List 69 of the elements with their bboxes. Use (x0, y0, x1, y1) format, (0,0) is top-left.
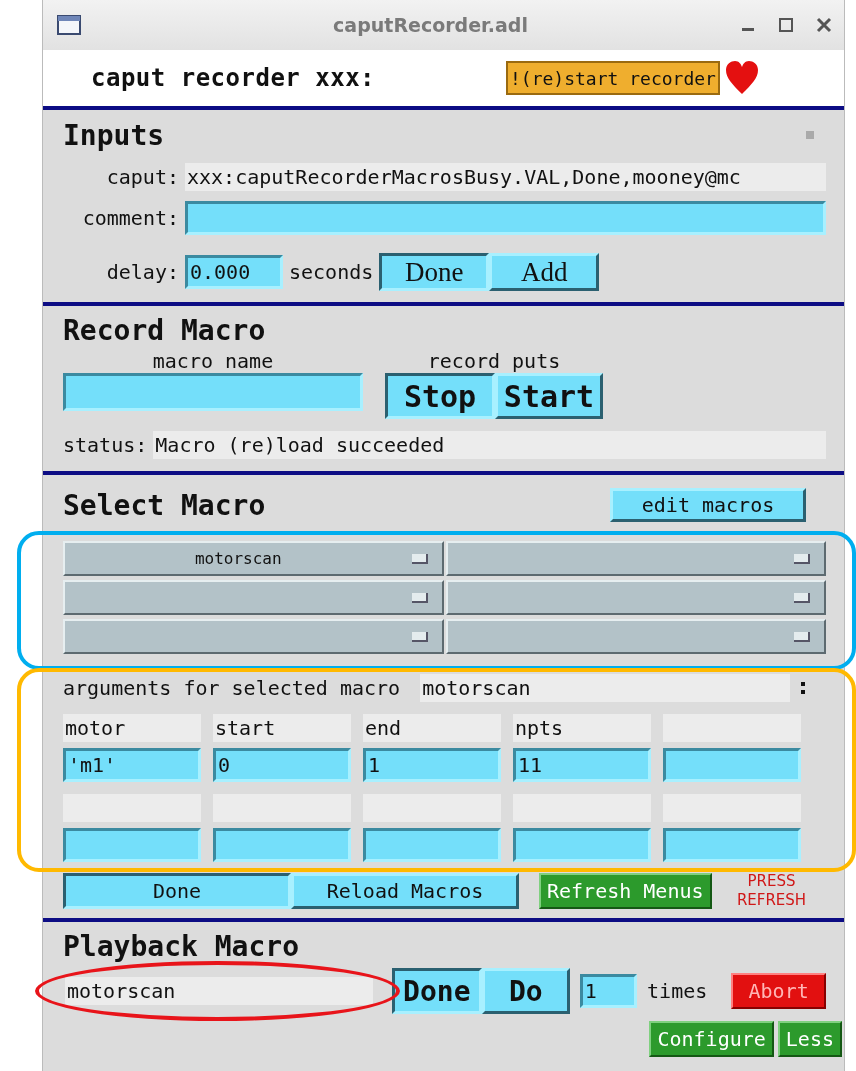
times-field[interactable]: 1 (579, 974, 638, 1008)
less-button[interactable]: Less (777, 1021, 842, 1057)
macro-readout: motorscan (65, 977, 373, 1005)
warning-text: PRESS REFRESH (735, 872, 808, 910)
menu-indicator-icon (411, 631, 428, 642)
choice-button[interactable]: Done (63, 873, 291, 909)
menu-button[interactable] (445, 580, 826, 615)
delay-field[interactable]: 0.000 (185, 255, 283, 289)
unit-label: seconds (289, 260, 374, 284)
argument-field[interactable] (663, 748, 801, 782)
choice-button[interactable]: Done (391, 968, 482, 1014)
square-icon (806, 131, 814, 139)
close-icon[interactable] (816, 17, 832, 33)
window-title: caputRecorder.adl (332, 14, 529, 36)
argument-field[interactable]: 'm1' (63, 748, 201, 782)
choice-button[interactable]: Stop (385, 373, 495, 419)
field-label: arguments for selected macro (63, 676, 401, 700)
argument-name: motor (63, 714, 201, 742)
argument-field[interactable] (513, 828, 651, 862)
refresh-menus-button[interactable]: Refresh Menus (539, 873, 712, 909)
choice-button[interactable]: Add (489, 253, 600, 291)
argument-field[interactable] (63, 828, 201, 862)
maximize-icon[interactable] (778, 17, 794, 33)
window-icon (57, 15, 81, 35)
menu-indicator-icon (794, 592, 810, 603)
argument-name: end (363, 714, 501, 742)
edit-macros-button[interactable]: edit macros (610, 488, 806, 522)
menu-button[interactable] (63, 619, 444, 654)
section-heading: Playback Macro (63, 930, 300, 963)
argument-field[interactable]: 0 (213, 748, 351, 782)
choice-button[interactable]: Do (481, 968, 570, 1014)
choice-button[interactable]: Reload Macros (291, 873, 519, 909)
panel-title: caput recorder xxx: (91, 64, 377, 92)
argument-field[interactable] (663, 828, 801, 862)
section-heading: Select Macro (63, 488, 266, 522)
macro-readout: motorscan (420, 674, 790, 702)
menu-button[interactable] (445, 541, 826, 576)
unit-label: times (647, 979, 708, 1003)
dots-icon (800, 680, 806, 696)
argument-field[interactable] (363, 828, 501, 862)
argument-field[interactable]: 11 (513, 748, 651, 782)
comment-field[interactable] (185, 201, 826, 235)
heart-icon (723, 60, 760, 96)
field-label: comment: (81, 206, 179, 230)
menu-button[interactable] (445, 619, 826, 654)
status-readout: Macro (re)load succeeded (153, 431, 826, 459)
argument-name: start (213, 714, 351, 742)
menu-button[interactable] (63, 580, 444, 615)
argument-field[interactable]: 1 (363, 748, 501, 782)
menu-indicator-icon (794, 631, 810, 642)
argument-field[interactable] (213, 828, 351, 862)
caput-readout: xxx:caputRecorderMacrosBusy.VAL,Done,mooney@mc (185, 163, 826, 191)
choice-button[interactable]: Done (379, 253, 490, 291)
choice-button[interactable]: Start (495, 373, 603, 419)
section-heading: Inputs (63, 118, 165, 152)
field-label: macro name (151, 349, 275, 373)
field-label: status: (63, 433, 148, 457)
argument-name: npts (513, 714, 651, 742)
field-label: delay: (105, 260, 179, 284)
menu-indicator-icon (794, 553, 810, 564)
section-heading: Record Macro (63, 314, 267, 347)
menu-indicator-icon (411, 553, 428, 564)
menu-indicator-icon (411, 592, 428, 603)
macro-name-field[interactable] (63, 373, 363, 411)
group-label: record puts (426, 349, 562, 373)
configure-button[interactable]: Configure (649, 1021, 774, 1057)
field-label: caput: (105, 165, 179, 189)
restart-button[interactable]: !(re)start recorder (506, 61, 720, 95)
menu-button[interactable]: motorscan (63, 541, 444, 576)
